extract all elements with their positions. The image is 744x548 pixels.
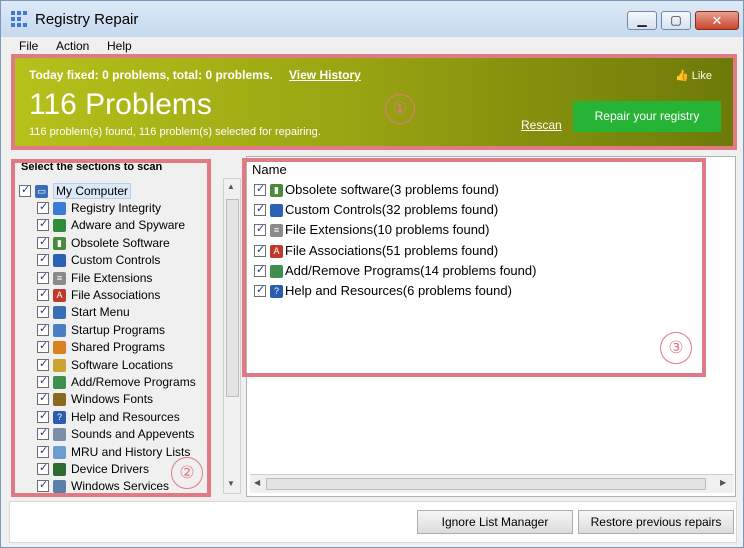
section-label: Custom Controls <box>71 253 161 268</box>
close-button[interactable]: ✕ <box>695 11 739 30</box>
checkbox[interactable] <box>37 252 49 267</box>
section-label: Registry Integrity <box>71 201 162 215</box>
checkbox[interactable] <box>37 304 49 319</box>
hscroll-thumb[interactable] <box>266 478 706 490</box>
shared-icon <box>53 341 66 355</box>
maximize-button[interactable]: ▢ <box>661 11 691 30</box>
section-label: Help and Resources <box>71 409 180 424</box>
checkbox[interactable] <box>37 322 49 336</box>
window-title: Registry Repair <box>35 11 139 28</box>
menu-bar: File Action Help <box>1 37 743 55</box>
checkbox[interactable] <box>19 183 31 197</box>
history-icon <box>53 445 66 459</box>
scroll-right-icon[interactable]: ▶ <box>720 478 726 487</box>
problem-count: 116 Problems <box>29 88 212 121</box>
thumbs-up-icon: 👍 <box>675 70 692 82</box>
file-assoc-icon: A <box>53 289 66 302</box>
section-label: Shared Programs <box>71 340 166 355</box>
scroll-thumb[interactable] <box>226 199 239 397</box>
checkbox[interactable] <box>37 391 49 406</box>
view-history-link[interactable]: View History <box>289 68 361 82</box>
title-bar[interactable]: Registry Repair ▁ ▢ ✕ <box>1 1 743 37</box>
results-highlight: ③ <box>242 158 706 377</box>
menu-file[interactable]: File <box>19 39 38 53</box>
summary-banner: Today fixed: 0 problems, total: 0 proble… <box>11 54 737 150</box>
close-icon: ✕ <box>711 13 723 28</box>
registry-icon <box>53 202 66 215</box>
services-icon <box>53 480 66 493</box>
section-label: Software Locations <box>71 357 174 372</box>
scroll-left-icon[interactable]: ◀ <box>254 478 260 487</box>
section-label: Device Drivers <box>71 462 150 476</box>
checkbox[interactable] <box>37 217 49 232</box>
section-label: Windows Services <box>71 479 170 494</box>
adware-icon <box>53 219 66 233</box>
checkbox[interactable] <box>37 478 49 493</box>
checkbox[interactable] <box>37 426 49 441</box>
help-icon: ? <box>53 410 66 424</box>
like-label: Like <box>691 70 712 82</box>
checkbox[interactable] <box>37 461 49 475</box>
repair-button[interactable]: Repair your registry <box>573 101 721 132</box>
minimize-icon: ▁ <box>637 13 647 27</box>
problem-summary: 116 problem(s) found, 116 problem(s) sel… <box>29 126 321 138</box>
scroll-up-icon[interactable]: ▲ <box>227 182 235 191</box>
checkbox[interactable] <box>37 409 49 423</box>
folder-icon <box>53 358 66 372</box>
section-label: File Extensions <box>71 270 153 285</box>
like-button[interactable]: 👍 Like <box>675 69 712 82</box>
maximize-icon: ▢ <box>670 13 682 27</box>
ignore-list-button[interactable]: Ignore List Manager <box>417 510 573 534</box>
checkbox[interactable] <box>37 357 49 371</box>
minimize-button[interactable]: ▁ <box>627 11 657 30</box>
menu-action[interactable]: Action <box>56 39 89 53</box>
menu-help[interactable]: Help <box>107 39 132 53</box>
annotation-2: ② <box>171 457 203 489</box>
checkbox[interactable] <box>37 235 49 249</box>
rescan-link[interactable]: Rescan <box>521 118 562 132</box>
driver-icon <box>53 463 66 476</box>
today-fixed-text: Today fixed: 0 problems, total: 0 proble… <box>29 68 273 82</box>
checkbox[interactable] <box>37 374 49 388</box>
file-icon: ≡ <box>53 271 66 285</box>
sections-scrollbar[interactable]: ▲ ▼ <box>223 178 241 494</box>
section-label: Startup Programs <box>71 322 166 337</box>
annotation-1: ① <box>385 94 415 124</box>
app-logo-icon <box>11 11 28 27</box>
sections-panel: Select the sections to scan ▭ My Compute… <box>11 159 211 497</box>
checkbox[interactable] <box>37 200 49 214</box>
restore-repairs-button[interactable]: Restore previous repairs <box>578 510 734 534</box>
start-menu-icon <box>53 306 66 320</box>
trash-icon: ▮ <box>53 236 66 250</box>
tree-root-label: My Computer <box>53 183 132 199</box>
checkbox[interactable] <box>37 287 49 301</box>
startup-icon <box>53 323 66 337</box>
section-label: File Associations <box>71 288 161 302</box>
computer-icon: ▭ <box>35 185 48 198</box>
section-label: Obsolete Software <box>71 235 170 250</box>
controls-icon <box>53 254 66 268</box>
section-label: MRU and History Lists <box>71 444 191 459</box>
annotation-3: ③ <box>660 332 692 364</box>
section-label: Sounds and Appevents <box>71 427 195 442</box>
add-remove-icon <box>53 376 66 389</box>
checkbox[interactable] <box>37 444 49 458</box>
sound-icon <box>53 428 66 442</box>
section-label: Adware and Spyware <box>71 218 186 233</box>
checkbox[interactable] <box>37 270 49 284</box>
scroll-down-icon[interactable]: ▼ <box>227 479 235 488</box>
app-window: Registry Repair ▁ ▢ ✕ File Action Help T… <box>0 0 744 548</box>
section-label: Start Menu <box>71 305 130 320</box>
results-hscrollbar[interactable]: ◀ ▶ <box>250 474 734 493</box>
fonts-icon <box>53 393 66 407</box>
section-label: Add/Remove Programs <box>71 375 196 389</box>
section-label: Windows Fonts <box>71 392 154 407</box>
checkbox[interactable] <box>37 339 49 354</box>
sections-header: Select the sections to scan <box>21 161 163 173</box>
